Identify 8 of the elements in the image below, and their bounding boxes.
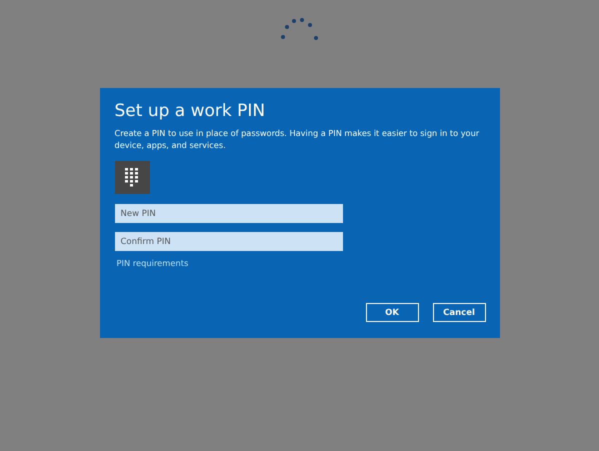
cancel-button[interactable]: Cancel <box>432 303 486 322</box>
pin-requirements-link[interactable]: PIN requirements <box>116 258 188 268</box>
pin-field[interactable]: Confirm PIN <box>114 232 342 251</box>
dialog-description: Create a PIN to use in place of passwords. Having a PIN makes it easier to sign in to your device, apps, and services. <box>114 127 480 151</box>
pin-field[interactable]: New PIN <box>114 204 342 223</box>
dialog-title: Set up a work PIN <box>114 100 266 122</box>
ok-button[interactable]: OK <box>366 303 418 322</box>
keypad-icon <box>114 161 150 194</box>
